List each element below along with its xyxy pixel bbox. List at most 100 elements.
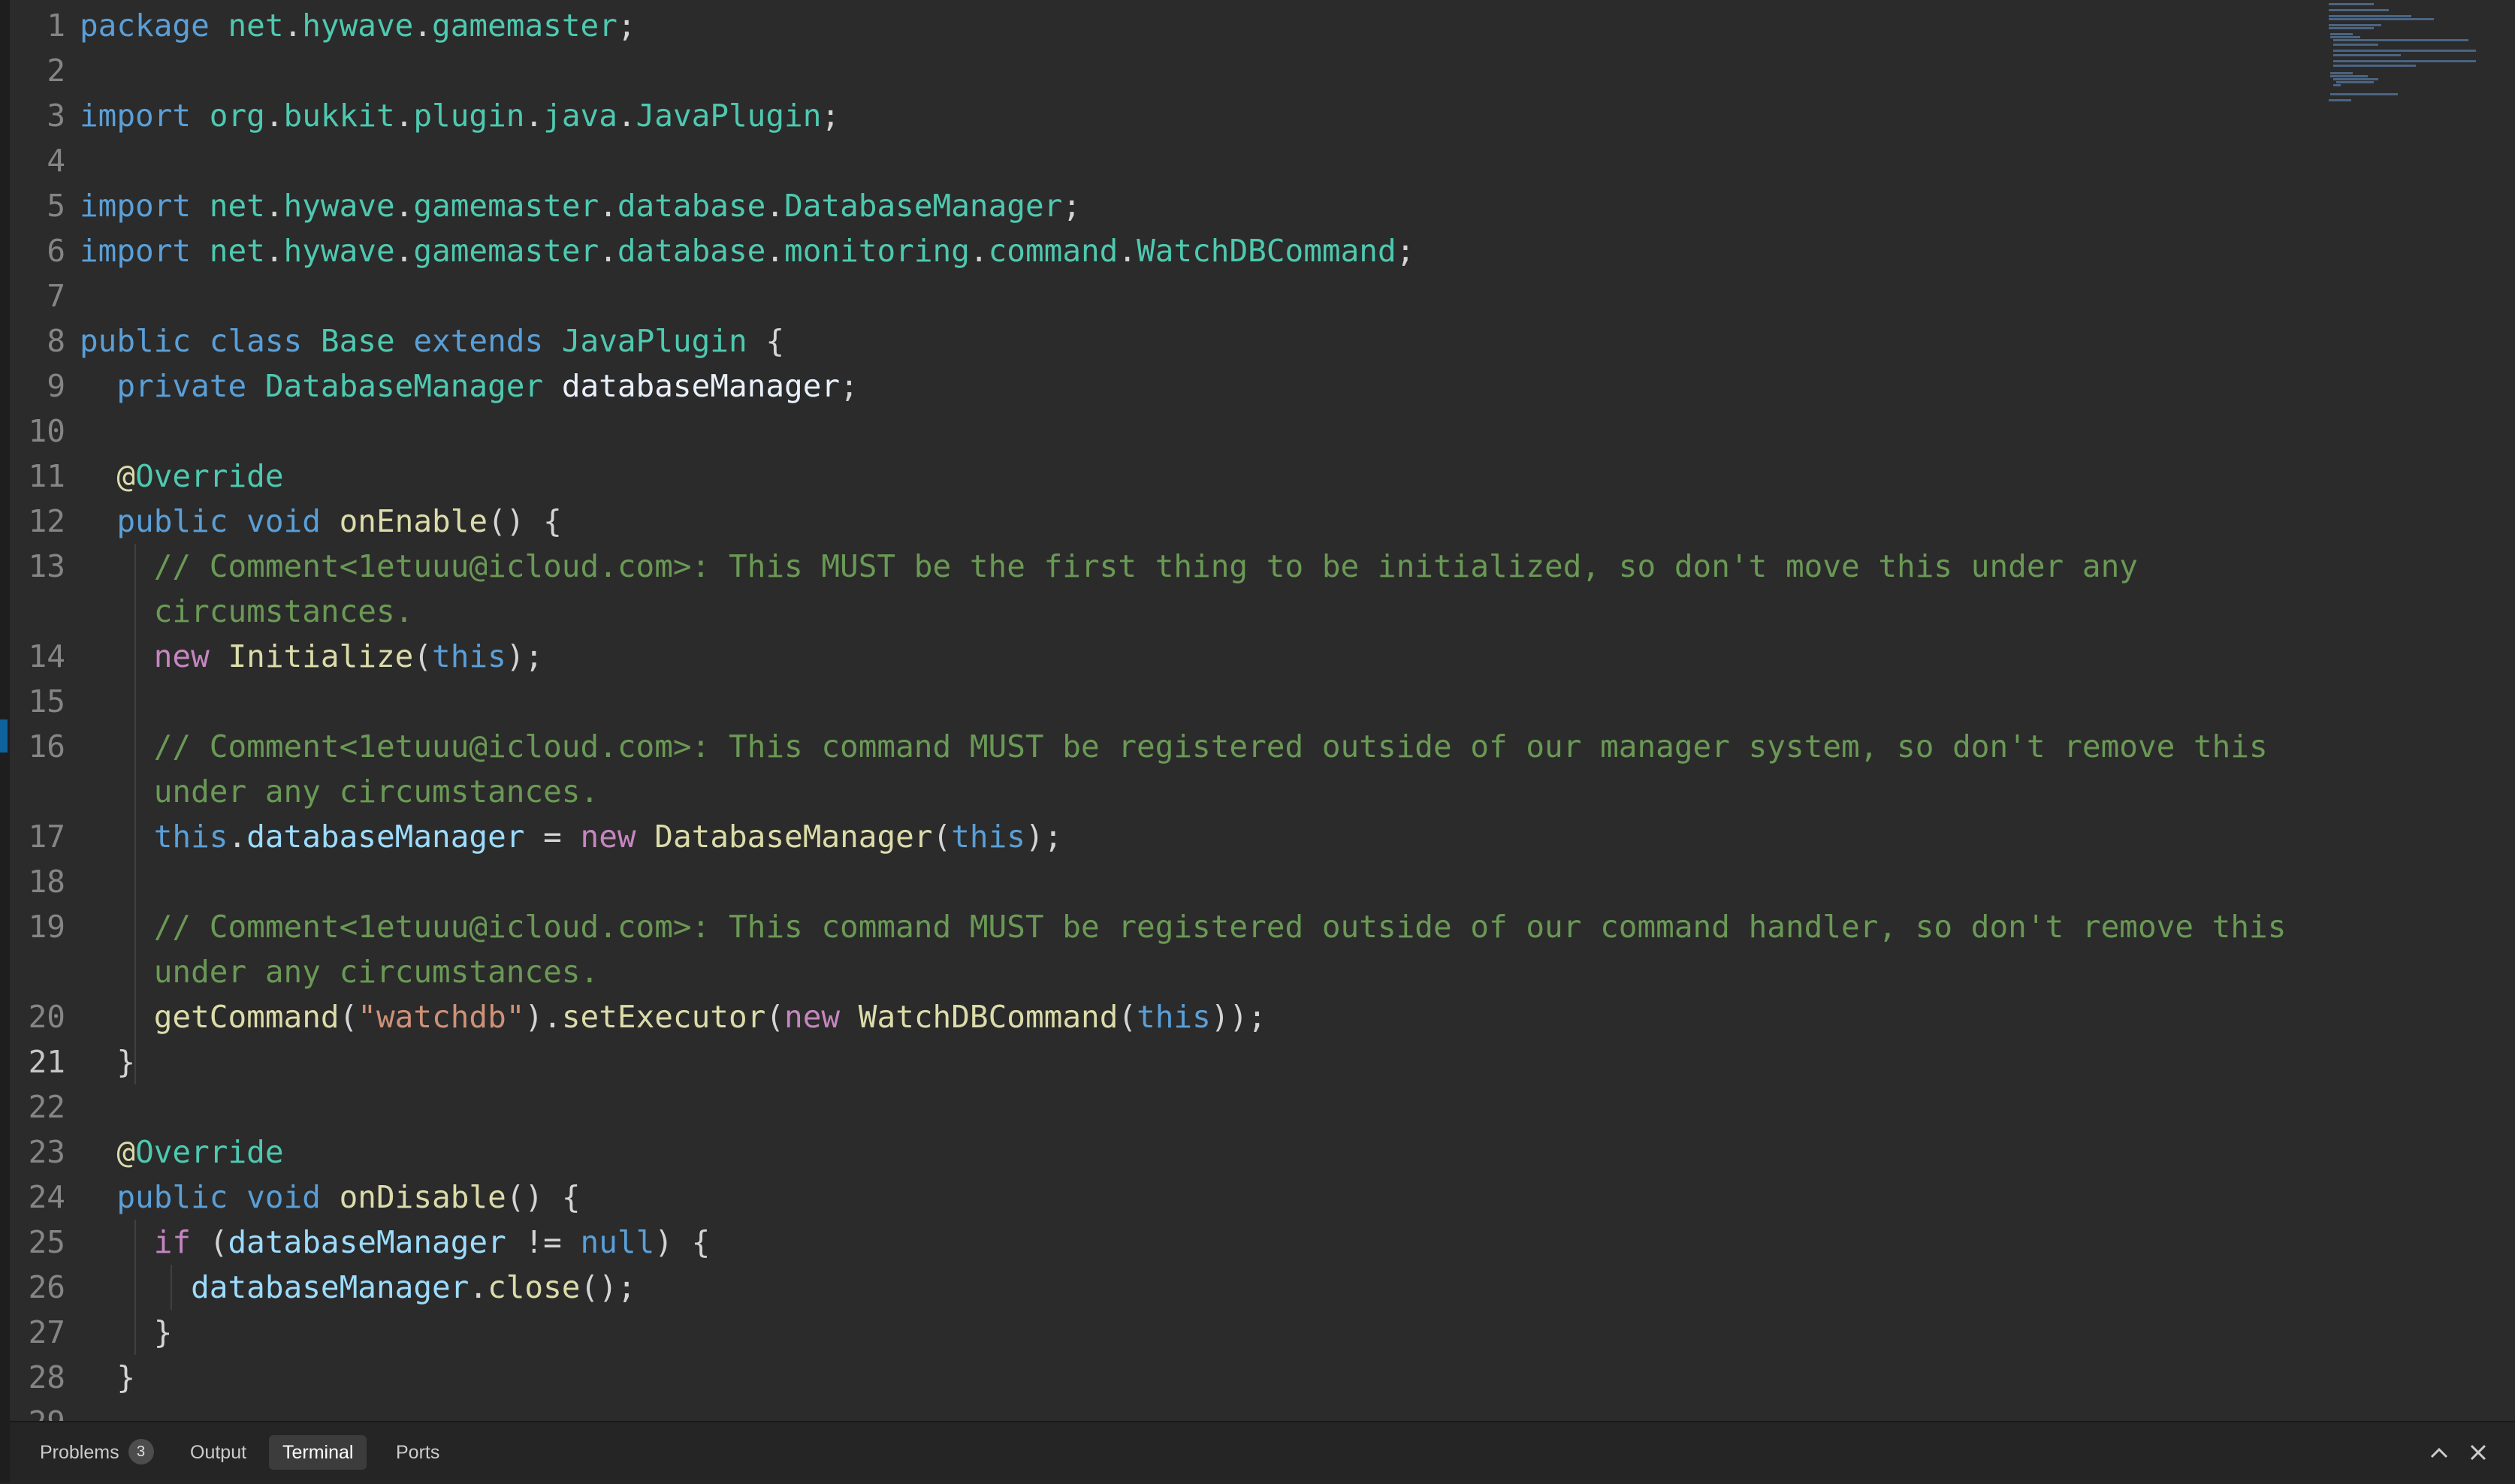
code-token: Base [320,323,395,359]
code-line[interactable]: 22 [10,1084,2308,1130]
line-text[interactable]: import net.hywave.gamemaster.database.mo… [80,228,2303,273]
code-line[interactable]: 12 public void onEnable() { [10,499,2308,544]
code-line[interactable]: 20 getCommand("watchdb").setExecutor(new… [10,994,2308,1039]
code-token: database [617,233,766,269]
code-line[interactable]: 28 } [10,1355,2308,1400]
code-editor[interactable]: 1 package net.hywave.gamemaster; 2 3 import … [10,0,2515,1421]
code-token: net [209,233,265,269]
tab-terminal[interactable]: Terminal [269,1435,367,1470]
code-token: getCommand [153,999,340,1035]
code-line[interactable]: 26 databaseManager.close(); [10,1265,2308,1310]
line-text[interactable]: this.databaseManager = new DatabaseManag… [80,814,2303,859]
code-line[interactable]: 7 [10,273,2308,318]
tab-problems[interactable]: Problems 3 [26,1435,168,1470]
chevron-up-icon[interactable] [2424,1437,2454,1467]
line-text[interactable]: @Override [80,454,2303,499]
line-text[interactable]: databaseManager.close(); [80,1265,2303,1310]
line-text[interactable]: if (databaseManager != null) { [80,1220,2303,1265]
code-token: ; [821,98,841,134]
close-icon[interactable] [2463,1437,2493,1467]
code-token: databaseManager [246,819,525,855]
line-text[interactable]: package net.hywave.gamemaster; [80,3,2303,48]
tab-ports[interactable]: Ports [382,1435,453,1470]
code-line[interactable]: 19 // Comment<1etuuu@icloud.com>: This c… [10,904,2308,994]
code-token: . [228,819,247,855]
code-token: . [617,98,636,134]
line-text[interactable]: new Initialize(this); [80,634,2303,679]
code-token: databaseManager [228,1224,506,1260]
line-text[interactable]: public class Base extends JavaPlugin { [80,318,2303,363]
code-line[interactable]: 21 } [10,1039,2308,1084]
code-token: import [80,233,192,269]
code-line[interactable]: 18 [10,859,2308,904]
code-line[interactable]: 6 import net.hywave.gamemaster.database.m… [10,228,2308,273]
line-number: 1 [47,8,65,44]
code-token: . [264,188,284,224]
line-text[interactable]: // Comment<1etuuu@icloud.com>: This comm… [80,724,2303,814]
code-line[interactable]: 23 @Override [10,1130,2308,1175]
tab-label: Problems [40,1442,119,1463]
line-number: 18 [28,864,65,900]
code-token: database [617,188,766,224]
panel-bar: Problems 3 Output Terminal Ports [10,1421,2515,1484]
code-line[interactable]: 25 if (databaseManager != null) { [10,1220,2308,1265]
code-token: ); [506,638,544,674]
code-token: . [413,8,433,44]
line-text[interactable]: @Override [80,1130,2303,1175]
code-line[interactable]: 9 private DatabaseManager databaseManage… [10,363,2308,409]
code-token: public [116,1179,228,1215]
code-token: ( [1118,999,1137,1035]
code-lines[interactable]: 1 package net.hywave.gamemaster; 2 3 import … [10,3,2308,1421]
code-token: WatchDBCommand [858,999,1119,1035]
code-line[interactable]: 8 public class Base extends JavaPlugin { [10,318,2308,363]
code-line[interactable]: 24 public void onDisable() { [10,1175,2308,1220]
line-text[interactable]: import org.bukkit.plugin.java.JavaPlugin… [80,93,2303,138]
code-token: new [784,999,841,1035]
line-text[interactable]: getCommand("watchdb").setExecutor(new Wa… [80,994,2303,1039]
code-token: () { [506,1179,581,1215]
code-line[interactable]: 16 // Comment<1etuuu@icloud.com>: This c… [10,724,2308,814]
line-text[interactable]: // Comment<1etuuu@icloud.com>: This comm… [80,904,2303,994]
tab-output[interactable]: Output [177,1435,260,1470]
line-text[interactable]: } [80,1310,2303,1355]
code-line[interactable]: 29 [10,1400,2308,1421]
minimap[interactable] [2320,0,2515,120]
code-line[interactable]: 11 @Override [10,454,2308,499]
code-token: void [246,1179,321,1215]
code-token: import [80,188,192,224]
line-text[interactable]: public void onEnable() { [80,499,2303,544]
code-token: // Comment<1etuuu@icloud.com>: This comm… [153,909,2287,990]
line-text[interactable]: private DatabaseManager databaseManager; [80,363,2303,409]
code-line[interactable]: 15 [10,679,2308,724]
code-line[interactable]: 1 package net.hywave.gamemaster; [10,3,2308,48]
code-line[interactable]: 27 } [10,1310,2308,1355]
code-token: JavaPlugin [636,98,822,134]
line-text[interactable]: } [80,1355,2303,1400]
code-line[interactable]: 13 // Comment<1etuuu@icloud.com>: This M… [10,544,2308,634]
code-line[interactable]: 17 this.databaseManager = new DatabaseMa… [10,814,2308,859]
tab-label: Terminal [282,1442,354,1463]
line-text[interactable]: } [80,1039,2303,1084]
code-line[interactable]: 3 import org.bukkit.plugin.java.JavaPlugi… [10,93,2308,138]
code-line[interactable]: 2 [10,48,2308,93]
code-line[interactable]: 14 new Initialize(this); [10,634,2308,679]
line-text[interactable]: // Comment<1etuuu@icloud.com>: This MUST… [80,544,2303,634]
code-line[interactable]: 4 [10,138,2308,183]
code-token: setExecutor [561,999,766,1035]
code-line[interactable]: 5 import net.hywave.gamemaster.database.D… [10,183,2308,228]
code-line[interactable]: 10 [10,409,2308,454]
code-token: this [153,819,228,855]
line-text[interactable]: import net.hywave.gamemaster.database.Da… [80,183,2303,228]
line-text[interactable]: public void onDisable() { [80,1175,2303,1220]
indent-guide [134,1220,136,1355]
